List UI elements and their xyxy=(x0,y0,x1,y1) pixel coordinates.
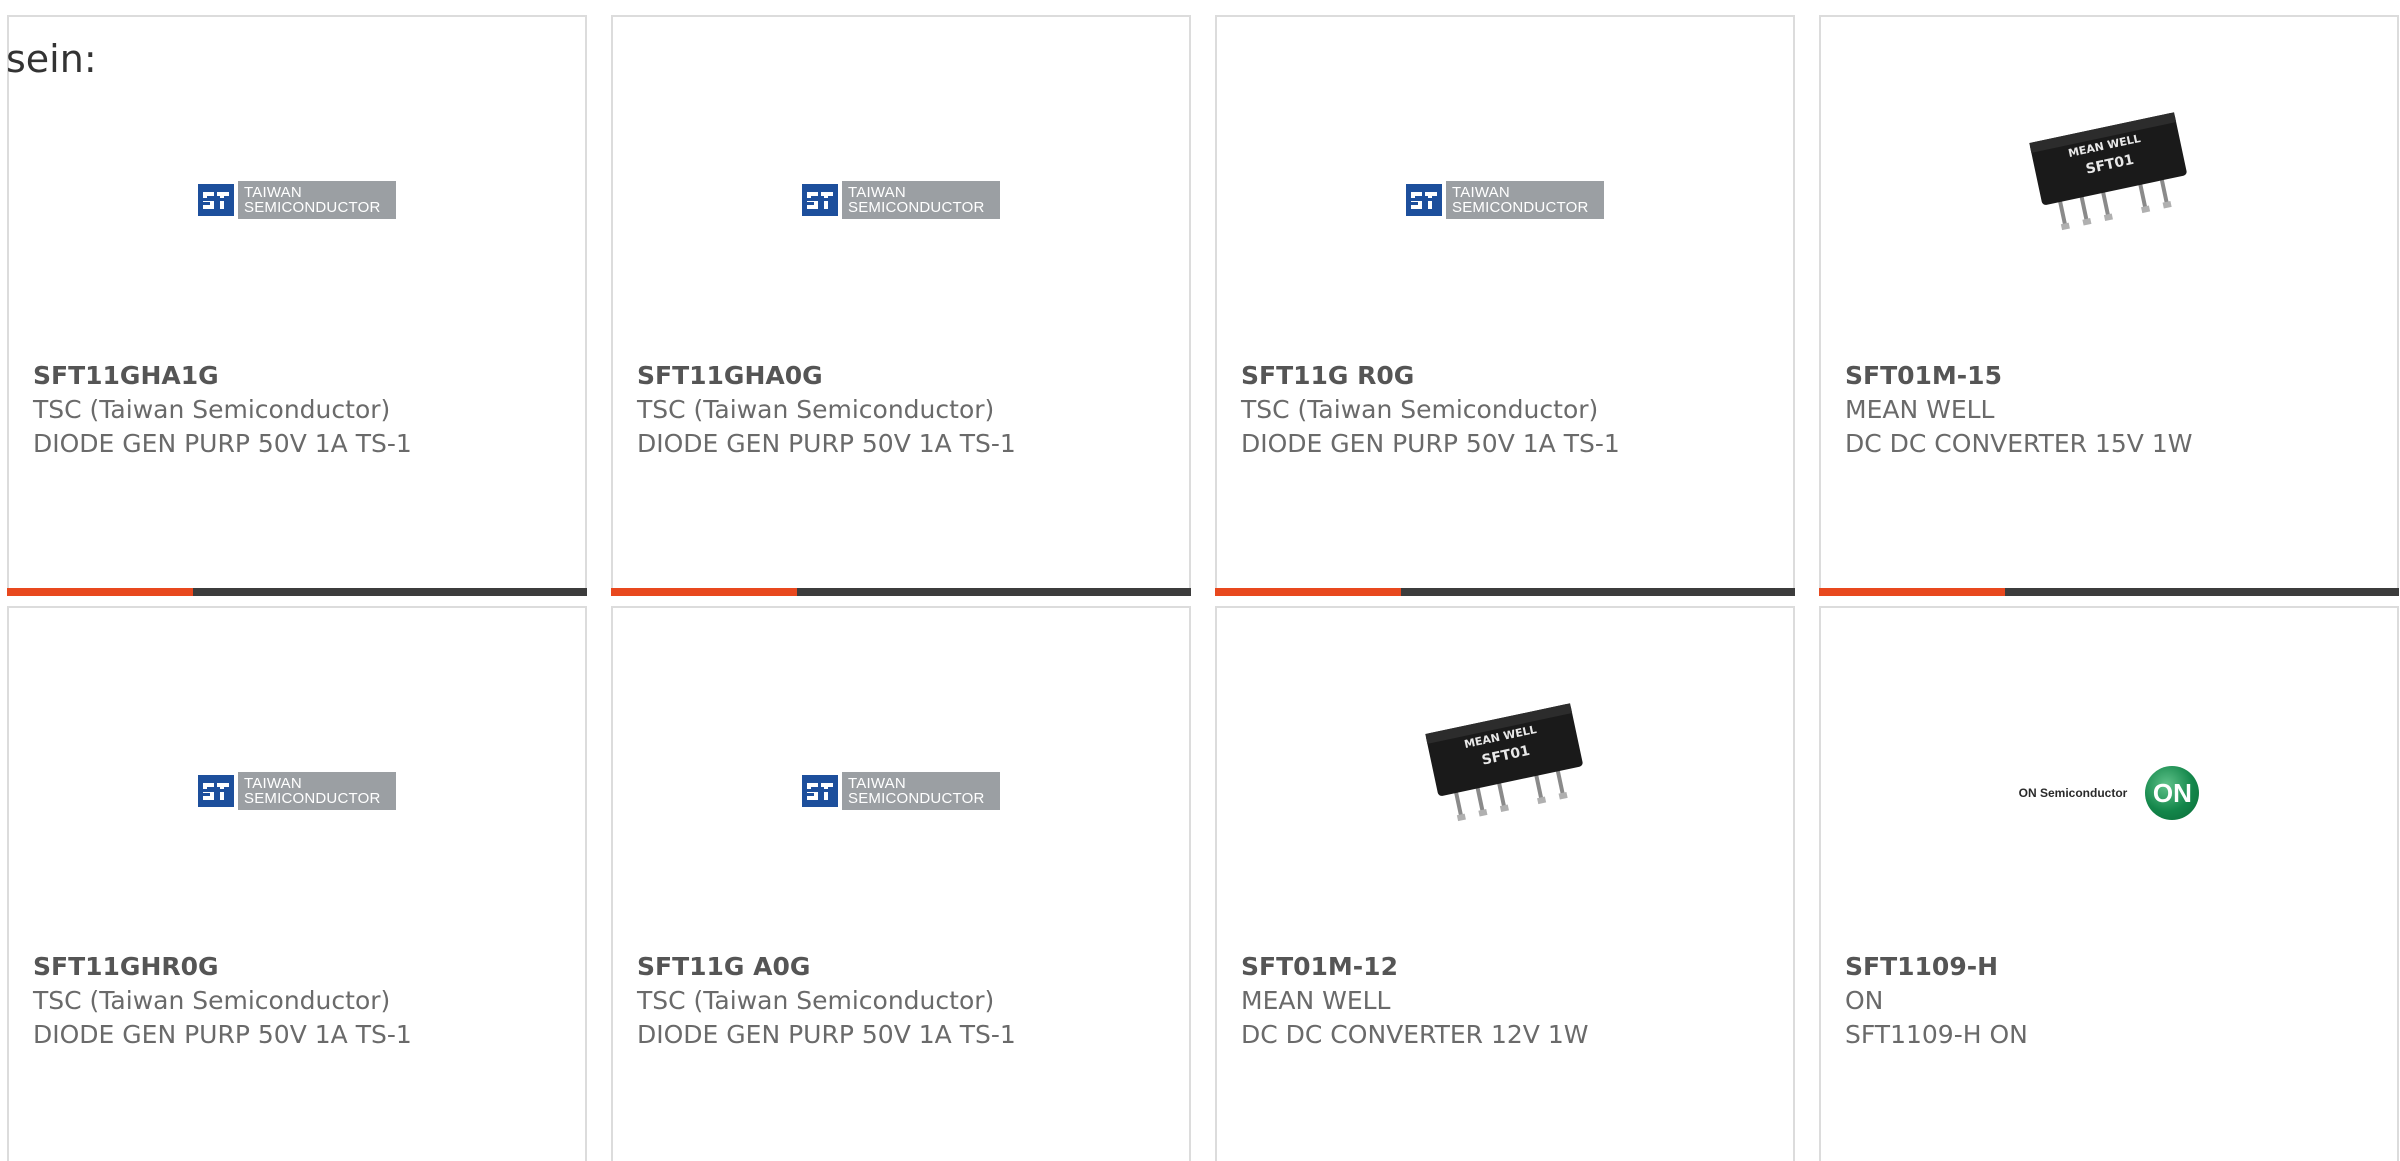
tsc-mark-icon xyxy=(198,775,234,807)
product-description: SFT1109-H ON xyxy=(1845,1020,2028,1049)
product-card[interactable]: TAIWAN SEMICONDUCTOR SFT11G R0G TSC (Tai… xyxy=(1215,15,1795,596)
product-info: SFT11G R0G TSC (Taiwan Semiconductor) DI… xyxy=(1241,359,1777,461)
product-manufacturer: TSC (Taiwan Semiconductor) xyxy=(637,986,995,1015)
product-manufacturer: MEAN WELL xyxy=(1241,986,1391,1015)
logo-line-1: TAIWAN xyxy=(848,775,906,792)
product-manufacturer: TSC (Taiwan Semiconductor) xyxy=(33,395,391,424)
product-image[interactable]: TAIWAN SEMICONDUCTOR xyxy=(613,97,1189,297)
product-card[interactable]: MEAN WELL SFT01 SFT01M-15 MEAN WELL DC D… xyxy=(1819,15,2399,596)
progress-bar xyxy=(7,588,587,596)
product-manufacturer: MEAN WELL xyxy=(1845,395,1995,424)
product-info: SFT1109-H ON SFT1109-H ON xyxy=(1845,950,2381,1052)
product-image[interactable]: TAIWAN SEMICONDUCTOR xyxy=(9,688,585,888)
product-description: DC DC CONVERTER 12V 1W xyxy=(1241,1020,1589,1049)
logo-line-1: TAIWAN xyxy=(1452,184,1510,201)
dc-dc-converter-chip-image: MEAN WELL SFT01 xyxy=(1425,703,1583,822)
product-description: DIODE GEN PURP 50V 1A TS-1 xyxy=(637,1020,1016,1049)
product-image[interactable]: MEAN WELL SFT01 xyxy=(1821,97,2397,297)
product-info: SFT01M-12 MEAN WELL DC DC CONVERTER 12V … xyxy=(1241,950,1777,1052)
tsc-logo-plate: TAIWAN SEMICONDUCTOR xyxy=(842,772,1000,810)
product-title[interactable]: SFT11GHR0G xyxy=(33,950,569,984)
product-manufacturer: TSC (Taiwan Semiconductor) xyxy=(33,986,391,1015)
intro-text: sein: xyxy=(6,37,97,81)
logo-line-2: SEMICONDUCTOR xyxy=(244,199,381,216)
progress-bar xyxy=(611,588,1191,596)
product-card[interactable]: TAIWAN SEMICONDUCTOR SFT11GHA0G TSC (Tai… xyxy=(611,15,1191,596)
dc-dc-converter-chip-image: MEAN WELL SFT01 xyxy=(2029,112,2187,231)
logo-line-1: TAIWAN xyxy=(244,775,302,792)
on-semiconductor-text: ON Semiconductor xyxy=(2018,786,2128,800)
logo-line-2: SEMICONDUCTOR xyxy=(244,790,381,807)
product-title[interactable]: SFT11G A0G xyxy=(637,950,1173,984)
product-info: SFT01M-15 MEAN WELL DC DC CONVERTER 15V … xyxy=(1845,359,2381,461)
taiwan-semiconductor-logo: TAIWAN SEMICONDUCTOR xyxy=(1406,181,1604,219)
tsc-mark-icon xyxy=(802,184,838,216)
progress-bar-fill xyxy=(1819,588,2005,596)
tsc-logo-plate: TAIWAN SEMICONDUCTOR xyxy=(238,772,396,810)
taiwan-semiconductor-logo: TAIWAN SEMICONDUCTOR xyxy=(198,181,396,219)
product-title[interactable]: SFT11G R0G xyxy=(1241,359,1777,393)
product-manufacturer: ON xyxy=(1845,986,1884,1015)
on-badge-icon: ON xyxy=(2145,766,2200,820)
tsc-mark-icon xyxy=(198,184,234,216)
product-description: DIODE GEN PURP 50V 1A TS-1 xyxy=(33,1020,412,1049)
product-card[interactable]: TAIWAN SEMICONDUCTOR SFT11GHA1G TSC (Tai… xyxy=(7,15,587,596)
tsc-mark-icon xyxy=(802,775,838,807)
product-image[interactable]: MEAN WELL SFT01 xyxy=(1217,688,1793,888)
on-semiconductor-logo: ON Semiconductor ON xyxy=(2019,766,2200,820)
product-description: DIODE GEN PURP 50V 1A TS-1 xyxy=(1241,429,1620,458)
product-card[interactable]: MEAN WELL SFT01 SFT01M-12 MEAN WELL DC D… xyxy=(1215,606,1795,1161)
progress-bar-fill xyxy=(7,588,193,596)
progress-bar xyxy=(1819,588,2399,596)
logo-line-1: TAIWAN xyxy=(848,184,906,201)
product-title[interactable]: SFT11GHA0G xyxy=(637,359,1173,393)
product-image[interactable]: ON Semiconductor ON xyxy=(1821,688,2397,888)
product-title[interactable]: SFT11GHA1G xyxy=(33,359,569,393)
product-manufacturer: TSC (Taiwan Semiconductor) xyxy=(637,395,995,424)
tsc-logo-plate: TAIWAN SEMICONDUCTOR xyxy=(1446,181,1604,219)
logo-line-2: SEMICONDUCTOR xyxy=(848,199,985,216)
product-description: DIODE GEN PURP 50V 1A TS-1 xyxy=(637,429,1016,458)
product-title[interactable]: SFT01M-12 xyxy=(1241,950,1777,984)
product-description: DC DC CONVERTER 15V 1W xyxy=(1845,429,2193,458)
taiwan-semiconductor-logo: TAIWAN SEMICONDUCTOR xyxy=(802,772,1000,810)
progress-bar xyxy=(1215,588,1795,596)
product-image[interactable]: TAIWAN SEMICONDUCTOR xyxy=(1217,97,1793,297)
progress-bar-fill xyxy=(611,588,797,596)
product-image[interactable]: TAIWAN SEMICONDUCTOR xyxy=(613,688,1189,888)
product-image[interactable]: TAIWAN SEMICONDUCTOR xyxy=(9,97,585,297)
taiwan-semiconductor-logo: TAIWAN SEMICONDUCTOR xyxy=(802,181,1000,219)
product-info: SFT11GHR0G TSC (Taiwan Semiconductor) DI… xyxy=(33,950,569,1052)
product-card[interactable]: TAIWAN SEMICONDUCTOR SFT11G A0G TSC (Tai… xyxy=(611,606,1191,1161)
product-description: DIODE GEN PURP 50V 1A TS-1 xyxy=(33,429,412,458)
product-results-page: sein: TAIWAN SEMICONDUCTOR SFT11GHA1G TS… xyxy=(0,0,2400,1161)
product-grid: TAIWAN SEMICONDUCTOR SFT11GHA1G TSC (Tai… xyxy=(7,15,2399,1161)
tsc-logo-plate: TAIWAN SEMICONDUCTOR xyxy=(842,181,1000,219)
product-title[interactable]: SFT01M-15 xyxy=(1845,359,2381,393)
logo-line-1: TAIWAN xyxy=(244,184,302,201)
logo-line-2: SEMICONDUCTOR xyxy=(1452,199,1589,216)
product-manufacturer: TSC (Taiwan Semiconductor) xyxy=(1241,395,1599,424)
logo-line-2: SEMICONDUCTOR xyxy=(848,790,985,807)
product-info: SFT11G A0G TSC (Taiwan Semiconductor) DI… xyxy=(637,950,1173,1052)
product-card[interactable]: TAIWAN SEMICONDUCTOR SFT11GHR0G TSC (Tai… xyxy=(7,606,587,1161)
progress-bar-fill xyxy=(1215,588,1401,596)
tsc-logo-plate: TAIWAN SEMICONDUCTOR xyxy=(238,181,396,219)
product-title[interactable]: SFT1109-H xyxy=(1845,950,2381,984)
product-info: SFT11GHA1G TSC (Taiwan Semiconductor) DI… xyxy=(33,359,569,461)
taiwan-semiconductor-logo: TAIWAN SEMICONDUCTOR xyxy=(198,772,396,810)
product-info: SFT11GHA0G TSC (Taiwan Semiconductor) DI… xyxy=(637,359,1173,461)
tsc-mark-icon xyxy=(1406,184,1442,216)
product-card[interactable]: ON Semiconductor ON SFT1109-H ON SFT1109… xyxy=(1819,606,2399,1161)
